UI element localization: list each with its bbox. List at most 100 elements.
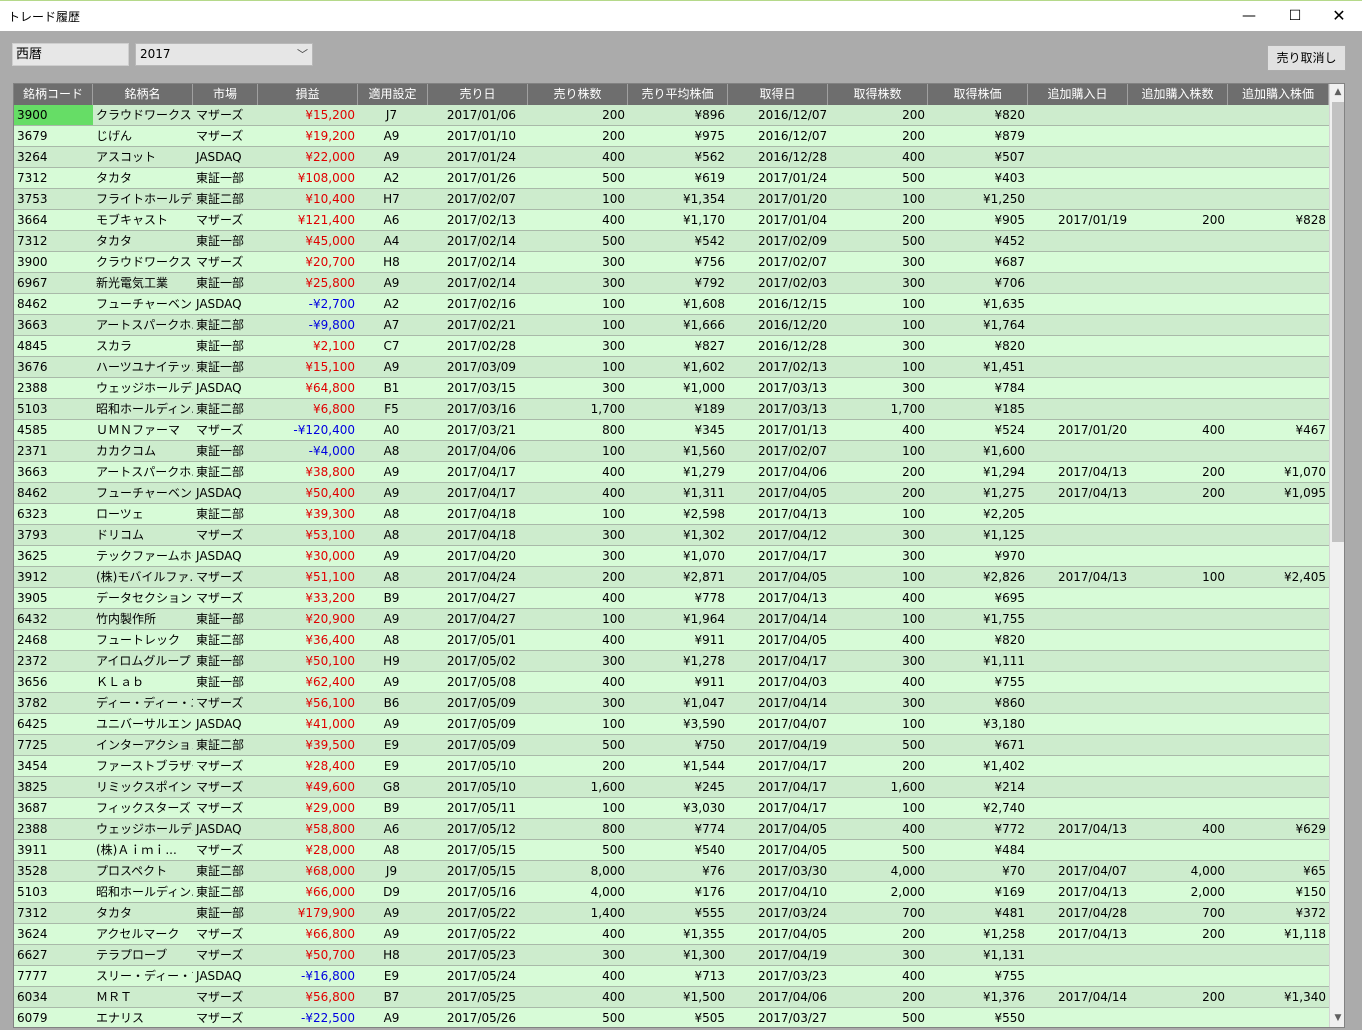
- cell-code[interactable]: 3264: [14, 147, 93, 167]
- cell-market[interactable]: 東証二部: [193, 861, 258, 881]
- cell-acq-price[interactable]: ¥1,250: [928, 189, 1028, 209]
- cell-acq-price[interactable]: ¥169: [928, 882, 1028, 902]
- cell-code[interactable]: 3687: [14, 798, 93, 818]
- cell-setting[interactable]: A6: [358, 210, 428, 230]
- close-button[interactable]: ✕: [1316, 1, 1362, 31]
- cell-sell-date[interactable]: 2017/04/24: [428, 567, 528, 587]
- cell-sell-date[interactable]: 2017/01/06: [428, 105, 528, 125]
- cell-code[interactable]: 3793: [14, 525, 93, 545]
- cell-sell-date[interactable]: 2017/03/16: [428, 399, 528, 419]
- cell-acq-date[interactable]: 2017/04/17: [728, 651, 828, 671]
- scroll-down-icon[interactable]: ▼: [1330, 1010, 1344, 1027]
- cell-sell-date[interactable]: 2017/04/20: [428, 546, 528, 566]
- cell-acq-qty[interactable]: 300: [828, 273, 928, 293]
- cell-name[interactable]: ユニバーサルエン...: [93, 714, 193, 734]
- cell-pnl[interactable]: ¥41,000: [258, 714, 358, 734]
- cell-name[interactable]: クラウドワークス: [93, 105, 193, 125]
- cell-add-price[interactable]: [1228, 546, 1329, 566]
- cell-sell-avg-price[interactable]: ¥562: [628, 147, 728, 167]
- cell-sell-qty[interactable]: 1,700: [528, 399, 628, 419]
- cell-acq-date[interactable]: 2017/04/05: [728, 567, 828, 587]
- cell-pnl[interactable]: ¥29,000: [258, 798, 358, 818]
- cell-setting[interactable]: A9: [358, 273, 428, 293]
- cell-setting[interactable]: A9: [358, 903, 428, 923]
- cell-acq-price[interactable]: ¥484: [928, 840, 1028, 860]
- table-row[interactable]: 3900 クラウドワークス マザーズ ¥15,200 J7 2017/01/06 200 ¥8…: [14, 105, 1329, 126]
- cell-add-date[interactable]: [1028, 735, 1128, 755]
- cell-add-qty[interactable]: [1128, 357, 1228, 377]
- cell-pnl[interactable]: ¥20,700: [258, 252, 358, 272]
- cell-sell-avg-price[interactable]: ¥1,354: [628, 189, 728, 209]
- cell-acq-date[interactable]: 2017/04/06: [728, 987, 828, 1007]
- cell-add-date[interactable]: [1028, 252, 1128, 272]
- cell-add-qty[interactable]: [1128, 798, 1228, 818]
- cell-add-qty[interactable]: 100: [1128, 567, 1228, 587]
- cell-code[interactable]: 7777: [14, 966, 93, 986]
- cell-setting[interactable]: A2: [358, 294, 428, 314]
- cell-add-date[interactable]: 2017/04/13: [1028, 924, 1128, 944]
- cell-acq-date[interactable]: 2016/12/20: [728, 315, 828, 335]
- column-header-market[interactable]: 市場: [193, 84, 258, 105]
- table-row[interactable]: 3687 フィックスターズ マザーズ ¥29,000 B9 2017/05/11 100 ¥3…: [14, 798, 1329, 819]
- cell-acq-price[interactable]: ¥1,755: [928, 609, 1028, 629]
- table-row[interactable]: 3676 ハーツユナイテッ... 東証一部 ¥15,100 A9 2017/03/09 10…: [14, 357, 1329, 378]
- cell-add-qty[interactable]: [1128, 105, 1228, 125]
- cell-sell-qty[interactable]: 400: [528, 672, 628, 692]
- cell-acq-price[interactable]: ¥784: [928, 378, 1028, 398]
- cell-pnl[interactable]: -¥4,000: [258, 441, 358, 461]
- cell-acq-price[interactable]: ¥452: [928, 231, 1028, 251]
- cell-sell-avg-price[interactable]: ¥2,598: [628, 504, 728, 524]
- cell-sell-qty[interactable]: 300: [528, 546, 628, 566]
- cell-market[interactable]: 東証二部: [193, 462, 258, 482]
- cell-add-price[interactable]: [1228, 798, 1329, 818]
- cell-add-date[interactable]: [1028, 147, 1128, 167]
- cell-acq-price[interactable]: ¥755: [928, 966, 1028, 986]
- cell-pnl[interactable]: ¥45,000: [258, 231, 358, 251]
- cell-pnl[interactable]: ¥121,400: [258, 210, 358, 230]
- cell-acq-price[interactable]: ¥755: [928, 672, 1028, 692]
- cell-code[interactable]: 3656: [14, 672, 93, 692]
- cell-add-qty[interactable]: [1128, 735, 1228, 755]
- scroll-thumb[interactable]: [1332, 102, 1344, 542]
- cell-setting[interactable]: A9: [358, 672, 428, 692]
- column-header-setting[interactable]: 適用設定: [358, 84, 428, 105]
- chevron-down-icon[interactable]: ﹀: [297, 44, 308, 65]
- cell-acq-date[interactable]: 2017/04/19: [728, 735, 828, 755]
- cell-acq-price[interactable]: ¥820: [928, 630, 1028, 650]
- cell-acq-date[interactable]: 2017/04/17: [728, 777, 828, 797]
- cell-sell-avg-price[interactable]: ¥3,030: [628, 798, 728, 818]
- cell-acq-date[interactable]: 2017/04/05: [728, 630, 828, 650]
- cell-acq-date[interactable]: 2017/04/14: [728, 609, 828, 629]
- cell-acq-date[interactable]: 2017/04/12: [728, 525, 828, 545]
- table-row[interactable]: 7312 タカタ 東証一部 ¥179,900 A9 2017/05/22 1,400 ¥555…: [14, 903, 1329, 924]
- cell-acq-date[interactable]: 2017/04/05: [728, 840, 828, 860]
- cell-acq-date[interactable]: 2017/04/05: [728, 483, 828, 503]
- cell-acq-price[interactable]: ¥687: [928, 252, 1028, 272]
- cell-sell-avg-price[interactable]: ¥542: [628, 231, 728, 251]
- cell-add-qty[interactable]: [1128, 693, 1228, 713]
- cell-code[interactable]: 3911: [14, 840, 93, 860]
- cell-acq-price[interactable]: ¥524: [928, 420, 1028, 440]
- cell-sell-qty[interactable]: 800: [528, 819, 628, 839]
- cell-add-date[interactable]: 2017/04/14: [1028, 987, 1128, 1007]
- cell-add-date[interactable]: [1028, 693, 1128, 713]
- cell-market[interactable]: マザーズ: [193, 1008, 258, 1027]
- cell-name[interactable]: ファーストブラザーズ: [93, 756, 193, 776]
- cell-market[interactable]: 東証一部: [193, 273, 258, 293]
- cell-add-date[interactable]: [1028, 588, 1128, 608]
- cell-add-price[interactable]: ¥1,095: [1228, 483, 1329, 503]
- table-row[interactable]: 3454ファーストブラザーズマザーズ¥28,400E92017/05/10200…: [14, 756, 1329, 777]
- cell-sell-qty[interactable]: 100: [528, 189, 628, 209]
- cell-name[interactable]: フィックスターズ: [93, 798, 193, 818]
- cell-acq-qty[interactable]: 400: [828, 630, 928, 650]
- cell-add-price[interactable]: [1228, 441, 1329, 461]
- cell-add-price[interactable]: [1228, 126, 1329, 146]
- cell-pnl[interactable]: ¥66,800: [258, 924, 358, 944]
- cell-setting[interactable]: E9: [358, 966, 428, 986]
- cell-acq-date[interactable]: 2017/03/30: [728, 861, 828, 881]
- cell-sell-avg-price[interactable]: ¥911: [628, 672, 728, 692]
- cell-acq-date[interactable]: 2016/12/28: [728, 336, 828, 356]
- cell-acq-qty[interactable]: 700: [828, 903, 928, 923]
- cell-acq-qty[interactable]: 2,000: [828, 882, 928, 902]
- cell-sell-date[interactable]: 2017/02/14: [428, 273, 528, 293]
